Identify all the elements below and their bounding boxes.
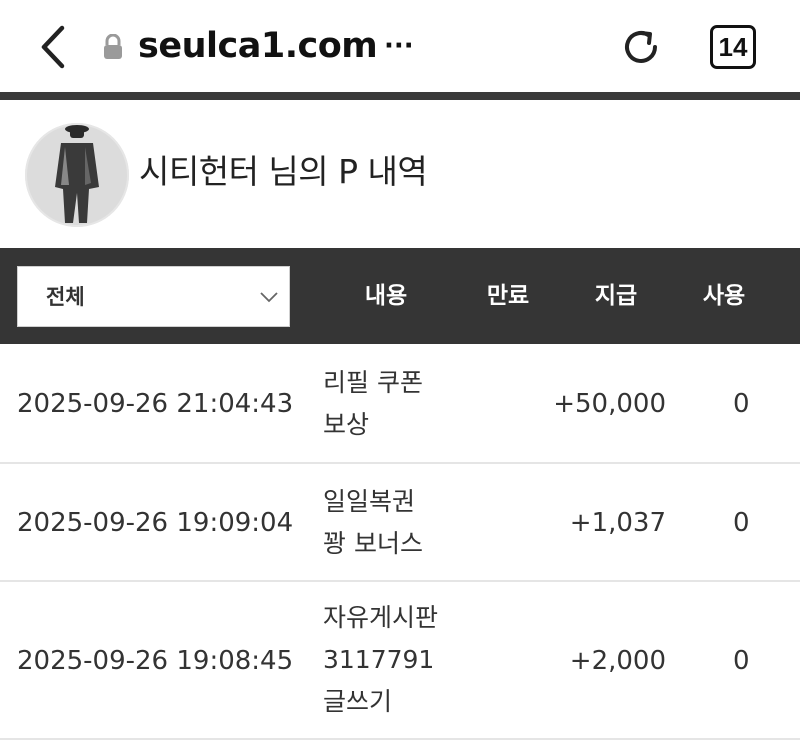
page-title: 시티헌터 님의 P 내역	[139, 152, 428, 191]
table-header-bar: 전체 내용 만료 지급 사용	[0, 248, 800, 344]
row-content-line: 3117791	[323, 645, 435, 674]
row-content-line: 리필 쿠폰	[323, 368, 423, 397]
row-content-line: 꽝 보너스	[323, 529, 423, 558]
reload-icon[interactable]	[618, 24, 664, 70]
profile-header: 시티헌터 님의 P 내역	[0, 100, 800, 248]
row-content-line: 보상	[323, 410, 370, 439]
row-given: +2,000	[569, 646, 666, 676]
row-content: 일일복권 꽝 보너스	[323, 481, 483, 565]
row-content: 자유게시판 3117791 글쓰기	[323, 597, 483, 723]
row-date: 2025-09-26 19:09:04	[17, 508, 294, 538]
filter-dropdown[interactable]: 전체	[17, 266, 290, 327]
column-header-expiry: 만료	[486, 283, 530, 309]
column-header-given: 지급	[594, 283, 638, 309]
row-used: 0	[733, 646, 750, 676]
table-row: 2025-09-26 19:08:45 자유게시판 3117791 글쓰기 +2…	[0, 582, 800, 740]
row-date: 2025-09-26 21:04:43	[17, 389, 294, 419]
header-divider	[0, 92, 800, 100]
row-used: 0	[733, 389, 750, 419]
url-overflow-indicator: ···	[384, 31, 414, 61]
row-given: +1,037	[569, 508, 666, 538]
table-row: 2025-09-26 21:04:43 리필 쿠폰 보상 +50,000 0	[0, 344, 800, 464]
row-used: 0	[733, 508, 750, 538]
points-history-list: 2025-09-26 21:04:43 리필 쿠폰 보상 +50,000 0 2…	[0, 344, 800, 740]
lock-icon	[103, 33, 123, 60]
address-bar-url[interactable]: seulca1.com	[138, 22, 378, 70]
column-header-content: 내용	[364, 283, 408, 309]
avatar	[25, 123, 129, 227]
row-content-line: 일일복권	[323, 487, 416, 516]
filter-selected-value: 전체	[46, 285, 85, 309]
column-header-used: 사용	[702, 283, 746, 309]
row-content-line: 자유게시판	[323, 603, 439, 632]
table-row: 2025-09-26 19:09:04 일일복권 꽝 보너스 +1,037 0	[0, 464, 800, 582]
row-content-line: 글쓰기	[323, 687, 393, 716]
tab-count: 14	[718, 31, 748, 62]
chevron-down-icon	[259, 289, 279, 303]
browser-toolbar: seulca1.com ··· 14	[0, 0, 800, 92]
row-given: +50,000	[553, 389, 666, 419]
tabs-button[interactable]: 14	[710, 25, 756, 69]
row-date: 2025-09-26 19:08:45	[17, 646, 294, 676]
back-icon[interactable]	[36, 24, 72, 70]
row-content: 리필 쿠폰 보상	[323, 362, 483, 446]
